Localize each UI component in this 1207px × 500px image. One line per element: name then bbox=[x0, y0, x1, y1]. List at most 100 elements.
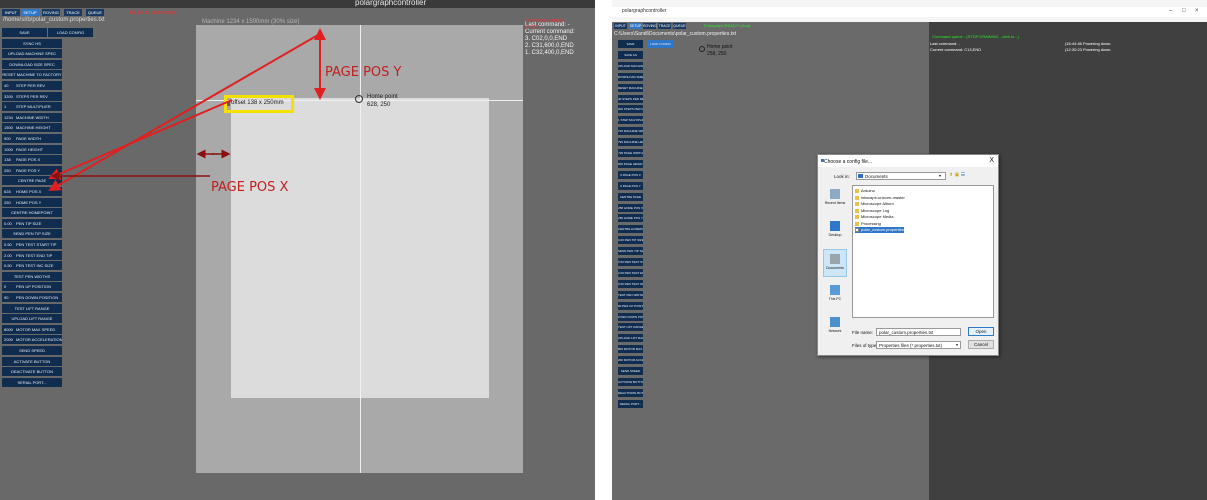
cancel-button[interactable]: Cancel bbox=[968, 340, 994, 349]
right-button-test-lift-range[interactable]: TEST LIFT RANGE bbox=[618, 323, 643, 332]
right-timestamps: (16:44:46 Powering down. (12:30:23 Poweri… bbox=[1065, 41, 1111, 53]
file-icon bbox=[855, 228, 859, 232]
this-pc-icon bbox=[830, 285, 840, 295]
right-button-40-steps-per-rev[interactable]: 40 STEPS PER REV bbox=[618, 94, 643, 103]
right-tab-queue[interactable]: QUEUE bbox=[673, 23, 686, 29]
list-item[interactable]: Microscope Log bbox=[855, 208, 889, 214]
list-item[interactable]: polar_custom.properties bbox=[855, 227, 904, 233]
maximize-icon[interactable]: □ bbox=[1182, 8, 1186, 14]
folder-icon bbox=[855, 189, 859, 193]
right-tab-setup[interactable]: SETUP bbox=[629, 23, 642, 29]
network-icon bbox=[830, 317, 840, 327]
right-button-800-motor-max-speed[interactable]: 800 MOTOR MAX SPEED bbox=[618, 345, 643, 354]
right-button-save[interactable]: SAVE bbox=[618, 40, 643, 48]
left-app-window: polargraphcontroller INPUT SETUP ROVING TRA… bbox=[0, 0, 595, 500]
list-item-label: polar_custom.properties bbox=[861, 227, 904, 232]
right-button-2-00-pen-test-end[interactable]: 2.00 PEN TEST END bbox=[618, 268, 643, 277]
chevron-down-icon[interactable]: ▾ bbox=[956, 342, 958, 347]
file-name-input[interactable]: polar_custom.properties.txt bbox=[876, 328, 961, 336]
right-command-queue-status: Command queue - (STOP DRAWING - click to… bbox=[932, 34, 1020, 39]
minimize-icon[interactable]: – bbox=[1169, 8, 1172, 14]
right-button-200-motor-acceleration[interactable]: 200 MOTOR ACCELERATION bbox=[618, 356, 643, 365]
right-button-upload-machine-spec[interactable]: UPLOAD MACHINE SPEC bbox=[618, 61, 643, 70]
right-button-600-page-height[interactable]: 600 PAGE HEIGHT bbox=[618, 159, 643, 168]
right-button-1-step-multiplier[interactable]: 1 STEP MULTIPLIER bbox=[618, 116, 643, 125]
right-load-config-button[interactable]: LOAD CONFIG bbox=[648, 40, 673, 48]
right-button-720-page-width[interactable]: 720 PAGE WIDTH bbox=[618, 149, 643, 157]
place-label: This PC bbox=[828, 297, 842, 301]
right-command-lines: Last command: - Current command: C13,END bbox=[930, 41, 981, 53]
view-menu-icon[interactable]: ☰ bbox=[961, 172, 965, 178]
right-button-test-pen-widths[interactable]: TEST PEN WIDTHS bbox=[618, 290, 643, 299]
right-button-0-page-pos-x[interactable]: 0 PAGE POS X bbox=[618, 170, 643, 179]
right-config-path: C:\Users\Sandi\Documents\polar_custom.pr… bbox=[614, 31, 736, 37]
list-item[interactable]: Processing bbox=[855, 221, 881, 227]
new-folder-icon[interactable]: ▣ bbox=[955, 172, 960, 178]
right-button-250-home-pos-y[interactable]: 250 HOME POS Y bbox=[618, 214, 643, 223]
right-button-send-speed[interactable]: SEND SPEED bbox=[618, 367, 643, 375]
place-this-pc[interactable]: This PC bbox=[823, 281, 847, 309]
right-button-download-size-spec[interactable]: DOWNLOAD SIZE SPEC bbox=[618, 72, 643, 81]
list-item-label: Microscope Album bbox=[861, 201, 894, 206]
close-icon[interactable]: × bbox=[1195, 8, 1199, 14]
folder-icon bbox=[855, 195, 859, 200]
list-item-label: Microscope Log bbox=[861, 207, 890, 213]
list-item-label: Arduino bbox=[861, 188, 875, 193]
right-button-centre-homepoint[interactable]: CENTRE HOMEPOINT bbox=[618, 225, 643, 234]
right-home-label: Home point bbox=[707, 44, 733, 50]
right-button-0-page-pos-y[interactable]: 0 PAGE POS Y bbox=[618, 181, 643, 190]
file-type-select[interactable]: Properties files (*.properties.txt) bbox=[876, 341, 961, 349]
right-button-deactivate-button[interactable]: DEACTIVATE BUTTON bbox=[618, 388, 643, 397]
right-button-activate-button[interactable]: ACTIVATE BUTTON bbox=[618, 377, 643, 386]
right-button-save-as[interactable]: SAVE AS bbox=[618, 50, 643, 59]
arrow-offset-to-button bbox=[48, 99, 233, 180]
right-tab-input[interactable]: INPUT bbox=[614, 23, 627, 29]
place-documents[interactable]: Documents bbox=[823, 249, 847, 277]
place-recent-items[interactable]: Recent Items bbox=[823, 185, 847, 213]
right-button-0-pen-down-position[interactable]: 0 PEN DOWN POSITION bbox=[618, 312, 643, 321]
right-button-0-50-pen-test-inc[interactable]: 0.50 PEN TEST INC bbox=[618, 279, 643, 288]
right-tab-roving[interactable]: ROVING bbox=[643, 23, 657, 29]
right-button-720-machine-width[interactable]: 720 MACHINE WIDTH bbox=[618, 127, 643, 136]
dialog-close-icon[interactable]: X bbox=[989, 157, 994, 164]
folder-icon bbox=[855, 208, 859, 213]
right-window-title: polargraphcontroller bbox=[622, 8, 667, 14]
right-button-790-machine-height[interactable]: 790 MACHINE HEIGHT bbox=[618, 138, 643, 147]
right-home-point-icon bbox=[699, 46, 705, 52]
place-desktop[interactable]: Desktop bbox=[823, 217, 847, 245]
documents-icon bbox=[830, 254, 840, 264]
right-button-0-50-pen-test-start[interactable]: 0.50 PEN TEST START bbox=[618, 258, 643, 266]
right-button-serial-port[interactable]: SERIAL PORT... bbox=[618, 399, 643, 408]
root: polargraphcontroller INPUT SETUP ROVING TRA… bbox=[0, 0, 1207, 500]
list-item[interactable]: Arduino bbox=[855, 188, 875, 194]
open-button[interactable]: Open bbox=[968, 327, 994, 336]
look-in-select[interactable]: Documents bbox=[856, 172, 946, 180]
list-item-label: Microscope Media bbox=[861, 214, 894, 219]
recent-items-icon bbox=[830, 189, 840, 199]
chevron-down-icon[interactable]: ▾ bbox=[939, 173, 941, 178]
list-item-label: inkscape-unicorn-master bbox=[861, 194, 905, 200]
places-bar: Recent Items Desktop Documents This PC Netwo… bbox=[823, 185, 847, 350]
file-name-label: File name: bbox=[852, 330, 874, 335]
up-folder-icon[interactable]: ⬆ bbox=[949, 172, 953, 178]
place-label: Documents bbox=[826, 266, 844, 270]
folder-icon bbox=[855, 202, 859, 206]
right-button-reset-machine-to-factory[interactable]: RESET MACHINE TO FACTORY bbox=[618, 83, 643, 92]
place-network[interactable]: Network bbox=[823, 313, 847, 341]
right-button-258-home-pos-x[interactable]: 258 HOME POS X bbox=[618, 203, 643, 212]
right-app-window: polargraphcontroller – □ × INPUT SETUP ROV… bbox=[612, 0, 1207, 500]
file-list[interactable]: Arduino inkscape-unicorn-master Microscope… bbox=[852, 185, 994, 318]
command-line: Current command: C13,END bbox=[930, 47, 982, 52]
right-button-200-steps-per-rev[interactable]: 200 STEPS PER REV bbox=[618, 105, 643, 114]
right-button-0-00-pen-tip-size[interactable]: 0.00 PEN TIP SIZE bbox=[618, 236, 643, 245]
list-item[interactable]: Microscope Album bbox=[855, 201, 894, 207]
list-item[interactable]: inkscape-unicorn-master bbox=[855, 195, 905, 201]
right-button-upload-lift-range[interactable]: UPLOAD LIFT RANGE bbox=[618, 334, 643, 343]
right-button-90-pen-up-position[interactable]: 90 PEN UP POSITION bbox=[618, 301, 643, 310]
list-item[interactable]: Microscope Media bbox=[855, 214, 893, 220]
right-button-send-pen-tip-size[interactable]: SEND PEN TIP SIZE bbox=[618, 247, 643, 256]
right-button-centre-page[interactable]: CENTRE PAGE bbox=[618, 192, 643, 201]
right-tab-trace[interactable]: TRACE bbox=[658, 23, 671, 29]
arrow-to-page-pos-y-button bbox=[48, 34, 319, 192]
folder-icon bbox=[855, 215, 859, 219]
